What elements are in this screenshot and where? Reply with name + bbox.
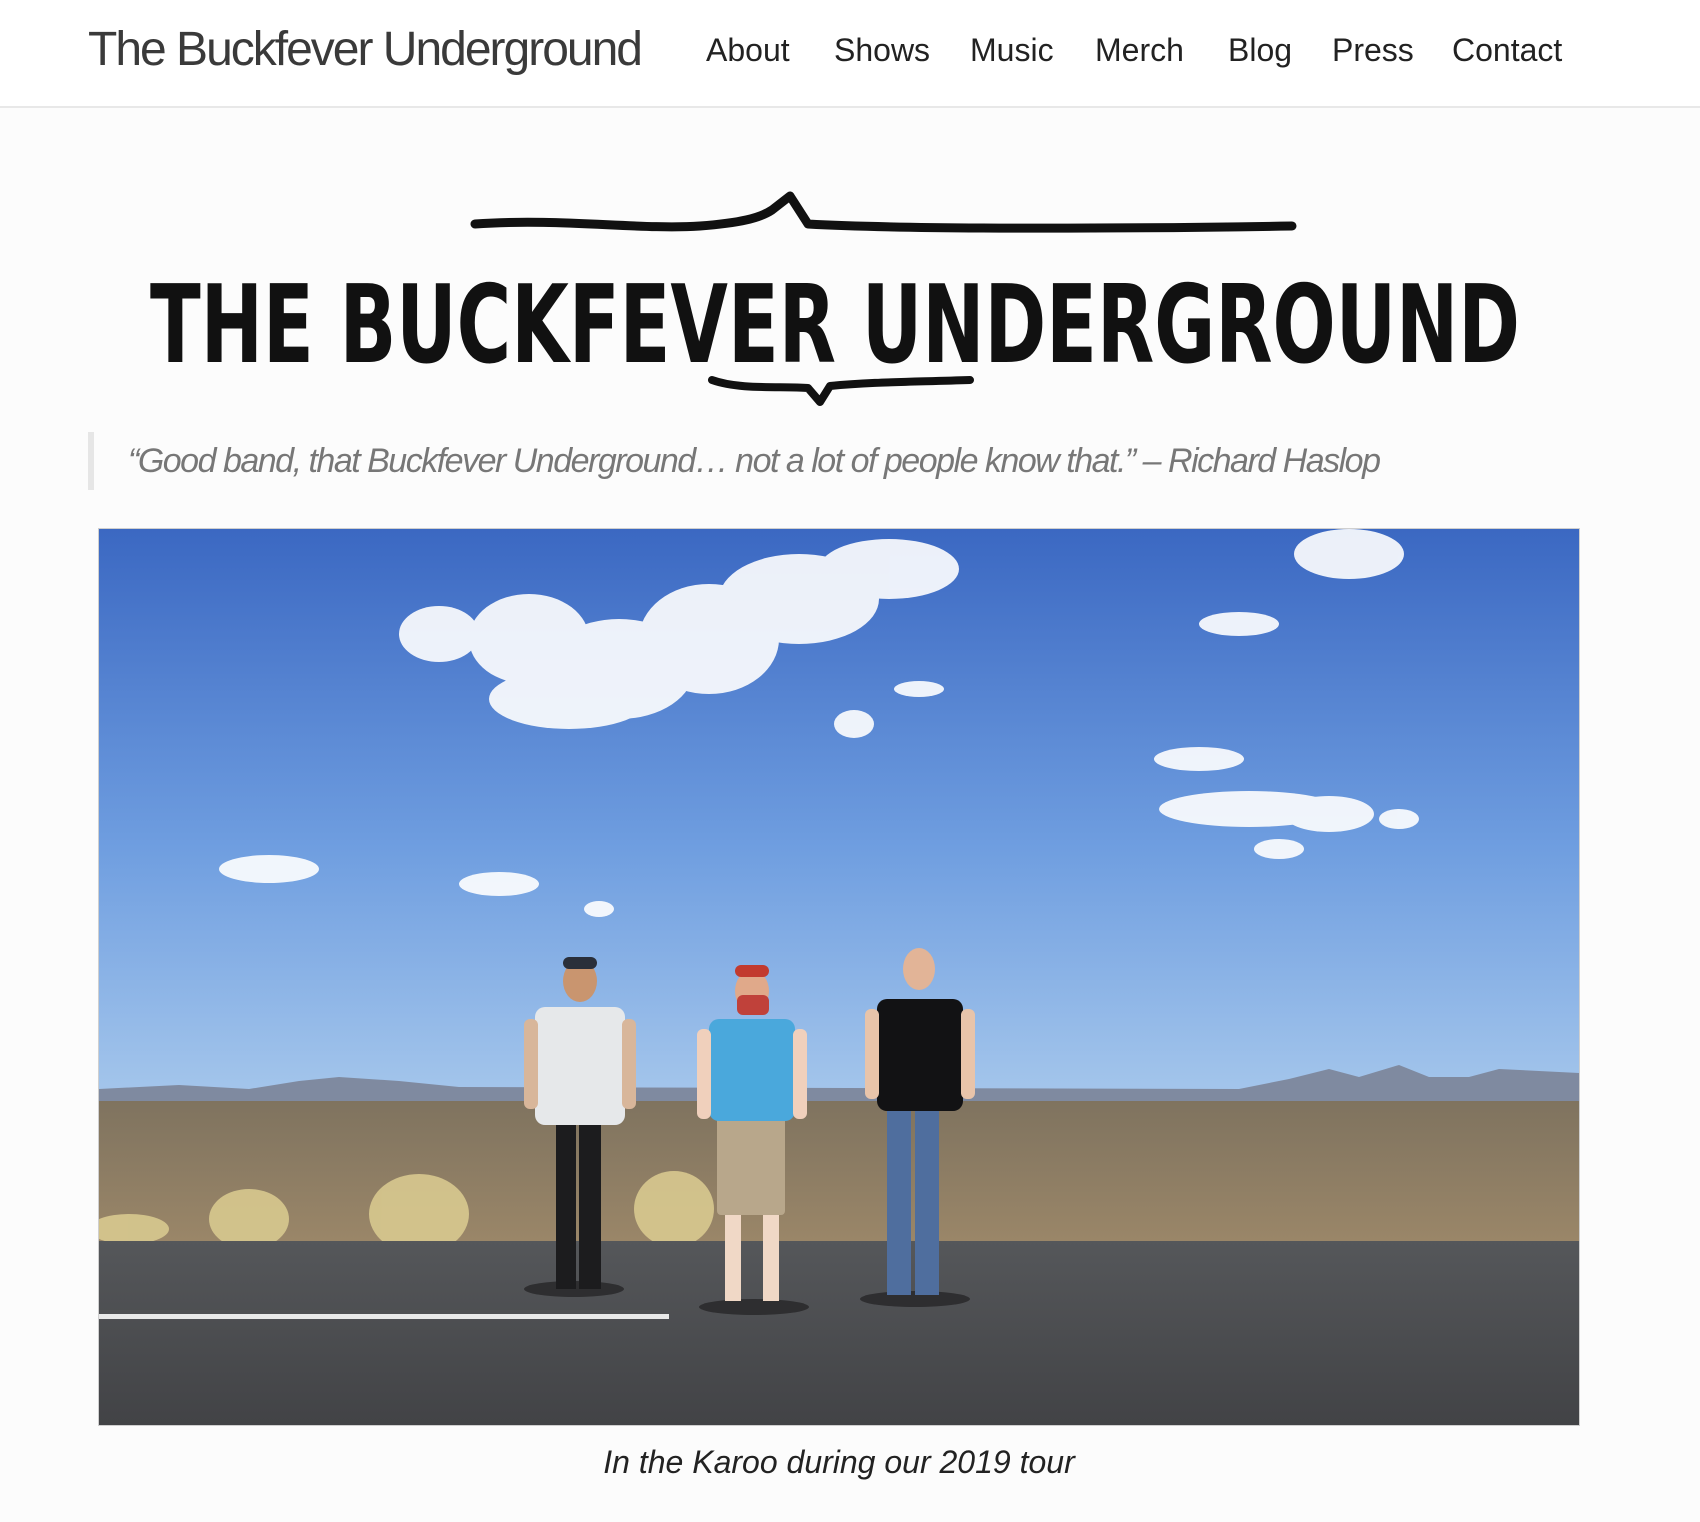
logo-wordmark: THE BUCKFEVER UNDERGROUND — [150, 263, 1520, 388]
band-logo-graphic: THE BUCKFEVER UNDERGROUND — [150, 191, 1520, 406]
nav-item-contact[interactable]: Contact — [1452, 32, 1562, 69]
road-line — [99, 1314, 669, 1319]
nav-item-shows[interactable]: Shows — [834, 32, 930, 69]
band-logo: THE BUCKFEVER UNDERGROUND — [140, 190, 1530, 420]
road — [99, 1241, 1579, 1425]
nav-item-blog[interactable]: Blog — [1228, 32, 1292, 69]
nav-item-music[interactable]: Music — [970, 32, 1054, 69]
band-photo-image — [99, 529, 1579, 1425]
nav-item-about[interactable]: About — [706, 32, 790, 69]
quote-text: “Good band, that Buckfever Underground… … — [128, 442, 1381, 480]
site-header: The Buckfever Underground About Shows Mu… — [0, 0, 1700, 108]
photo-caption: In the Karoo during our 2019 tour — [603, 1444, 1075, 1480]
logo-top-line — [470, 191, 1297, 233]
karoo-ground — [99, 1101, 1579, 1241]
band-quote: “Good band, that Buckfever Underground… … — [88, 432, 1488, 490]
logo-bottom-line — [708, 376, 974, 406]
band-photo — [98, 528, 1580, 1426]
nav-item-merch[interactable]: Merch — [1095, 32, 1184, 69]
nav-item-press[interactable]: Press — [1332, 32, 1414, 69]
site-title-link[interactable]: The Buckfever Underground — [88, 22, 643, 77]
